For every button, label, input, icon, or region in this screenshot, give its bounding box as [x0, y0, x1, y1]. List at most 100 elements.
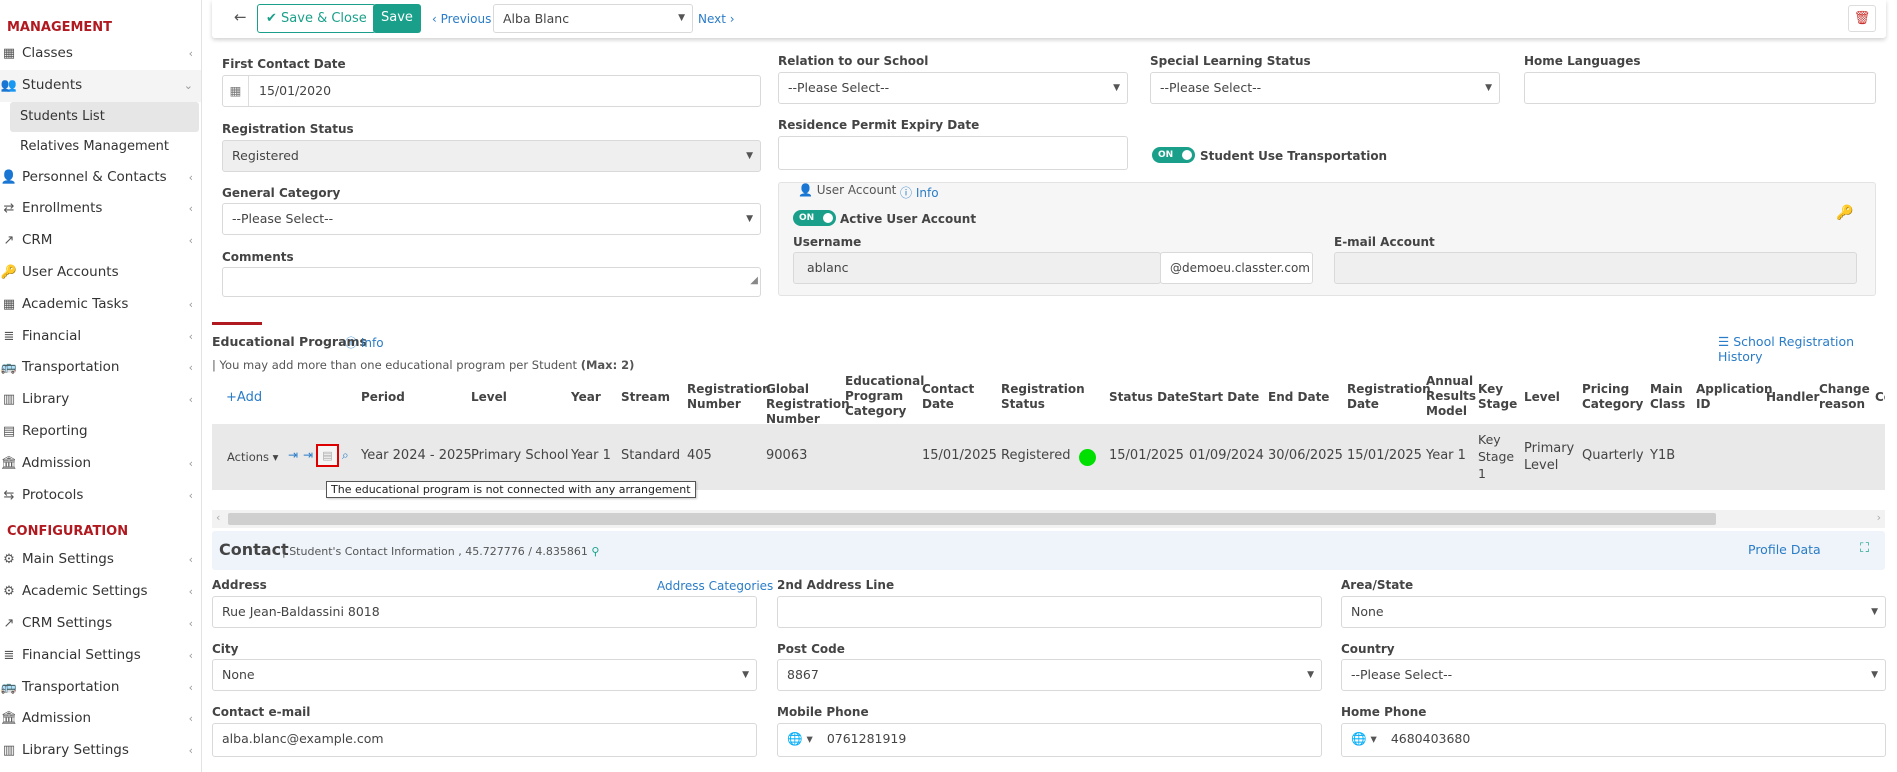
user-account-label: 👤 User Account: [798, 183, 897, 197]
sidebar-item-main-settings[interactable]: ⚙ Main Settings ‹: [0, 544, 201, 576]
th-status-date: Status Date: [1109, 390, 1190, 404]
sidebar-item-enrollments[interactable]: ⇄ Enrollments ‹: [0, 193, 201, 225]
sidebar-item-academic-settings[interactable]: ⚙ Academic Settings ‹: [0, 576, 201, 608]
scrollbar-thumb[interactable]: [228, 513, 1716, 525]
school-registration-history-link[interactable]: ☰ School Registration History: [1718, 334, 1897, 364]
registration-status-select[interactable]: Registered ▼: [222, 140, 761, 172]
scroll-left-icon[interactable]: ‹: [216, 511, 220, 524]
th-key-stage: Key Stage: [1478, 382, 1518, 411]
cell-registration-number: 405: [687, 448, 712, 463]
sidebar-item-admission-settings[interactable]: 🏛 Admission ‹: [0, 703, 201, 735]
actions-dropdown[interactable]: Actions ▾: [227, 450, 278, 464]
map-icon[interactable]: ⛶: [1860, 541, 1869, 556]
sidebar-item-user-accounts[interactable]: 🔑 User Accounts: [0, 257, 201, 289]
horizontal-scrollbar[interactable]: ‹ ›: [212, 510, 1885, 528]
cell-year: Year 1: [571, 448, 611, 463]
chevron-down-icon: ▼: [1871, 607, 1878, 617]
chevron-down-icon: ▼: [678, 13, 685, 23]
list-icon: ☰: [1718, 334, 1734, 349]
sidebar-item-personnel[interactable]: 👤 Personnel & Contacts ‹: [0, 162, 201, 194]
contact-email-input[interactable]: alba.blanc@example.com: [212, 723, 757, 757]
arrangement-icon[interactable]: ▤: [316, 444, 339, 467]
trash-icon[interactable]: 🗑: [1848, 5, 1876, 32]
address-input[interactable]: Rue Jean-Baldassini 8018: [212, 596, 757, 628]
transport-toggle[interactable]: ON: [1152, 147, 1195, 163]
comments-textarea[interactable]: ◢: [222, 267, 761, 297]
scroll-right-icon[interactable]: ›: [1877, 511, 1881, 524]
sidebar-item-library-settings[interactable]: ▥ Library Settings ‹: [0, 735, 201, 767]
cell-stream: Standard: [621, 448, 681, 463]
sidebar-item-admission[interactable]: 🏛 Admission ‹: [0, 448, 201, 480]
protocols-icon: ⇆: [3, 487, 15, 503]
plus-icon: +: [226, 390, 237, 405]
chevron-down-icon: ▼: [1871, 670, 1878, 680]
programs-info-link[interactable]: ⓘ Info: [345, 334, 384, 351]
sidebar-item-students-list[interactable]: Students List: [10, 101, 199, 132]
country-select[interactable]: --Please Select-- ▼: [1341, 659, 1886, 691]
address2-input[interactable]: [777, 596, 1322, 628]
student-select[interactable]: Alba Blanc ▼: [493, 4, 693, 33]
key-icon[interactable]: 🔑: [1836, 205, 1853, 221]
address-categories-link[interactable]: Address Categories: [657, 579, 773, 593]
personnel-icon: 👤: [0, 169, 18, 185]
email-account-input[interactable]: [1334, 252, 1857, 284]
sidebar-item-academic-tasks[interactable]: ▦ Academic Tasks ‹: [0, 289, 201, 321]
add-program-button[interactable]: +Add: [226, 390, 262, 405]
configuration-title: CONFIGURATION: [7, 524, 129, 540]
profile-data-link[interactable]: Profile Data: [1748, 542, 1821, 557]
globe-icon[interactable]: 🌐 ▾: [787, 731, 813, 746]
sidebar-item-financial-settings[interactable]: ≣ Financial Settings ‹: [0, 640, 201, 672]
sidebar-item-transportation[interactable]: 🚌 Transportation ‹: [0, 352, 201, 384]
sidebar-item-relatives-management[interactable]: Relatives Management: [0, 132, 201, 162]
relation-select[interactable]: --Please Select-- ▼: [778, 72, 1128, 104]
main-content: ← ✔ Save & Close Save ‹ Previous Alba Bl…: [210, 0, 1897, 772]
cell-registration-status: Registered: [1001, 448, 1071, 463]
status-indicator: [1079, 449, 1096, 466]
active-account-toggle[interactable]: ON: [793, 210, 836, 226]
post-code-select[interactable]: 8867 ▼: [777, 659, 1322, 691]
save-button[interactable]: Save: [373, 4, 421, 33]
residence-permit-input[interactable]: [778, 136, 1128, 170]
chevron-down-icon: ▼: [1307, 670, 1314, 680]
sidebar-item-classes[interactable]: ▦ Classes ‹: [0, 38, 201, 70]
home-languages-label: Home Languages: [1524, 54, 1641, 68]
special-learning-select[interactable]: --Please Select-- ▼: [1150, 72, 1500, 104]
transfer-icon[interactable]: ⇥: [303, 448, 313, 462]
previous-link[interactable]: ‹ Previous: [432, 12, 491, 26]
financial-icon: ≣: [3, 328, 15, 344]
sidebar-item-reporting[interactable]: ▤ Reporting: [0, 416, 201, 448]
sidebar-item-crm-settings[interactable]: ↗ CRM Settings ‹: [0, 608, 201, 640]
residence-permit-label: Residence Permit Expiry Date: [778, 118, 980, 132]
user-account-info-link[interactable]: ⓘ Info: [900, 184, 939, 201]
search-user-icon[interactable]: ⌕: [342, 448, 349, 463]
resize-handle-icon[interactable]: ◢: [750, 268, 758, 296]
sidebar-item-students[interactable]: 👥 Students ⌄: [0, 69, 201, 102]
sidebar-item-protocols[interactable]: ⇆ Protocols ‹: [0, 480, 201, 512]
cell-pricing-category: Quarterly: [1582, 448, 1644, 463]
first-contact-input[interactable]: ▦ 15/01/2020: [222, 75, 761, 107]
sidebar-item-library[interactable]: ▥ Library ‹: [0, 384, 201, 416]
library-icon: ▥: [2, 392, 16, 408]
save-close-button[interactable]: ✔ Save & Close: [257, 4, 376, 33]
back-arrow-icon[interactable]: ←: [234, 8, 247, 26]
sidebar-item-transportation-settings[interactable]: 🚌 Transportation ‹: [0, 672, 201, 704]
home-languages-input[interactable]: [1524, 72, 1876, 104]
home-phone-label: Home Phone: [1341, 705, 1427, 719]
sidebar-item-crm[interactable]: ↗ CRM ‹: [0, 225, 201, 257]
username-input[interactable]: ablanc: [793, 252, 1161, 284]
general-category-select[interactable]: --Please Select-- ▼: [222, 203, 761, 235]
chevron-right-icon: ›: [725, 12, 735, 26]
contact-email-label: Contact e-mail: [212, 705, 311, 719]
home-phone-input[interactable]: 🌐 ▾ 4680403680: [1341, 723, 1886, 757]
area-select[interactable]: None ▼: [1341, 596, 1886, 628]
th-change-reason: Change reason: [1819, 382, 1870, 411]
next-link[interactable]: Next ›: [698, 12, 735, 26]
login-icon[interactable]: ⇥: [288, 448, 298, 462]
mobile-phone-input[interactable]: 🌐 ▾ 0761281919: [777, 723, 1322, 757]
sidebar-item-financial[interactable]: ≣ Financial ‹: [0, 321, 201, 353]
globe-icon[interactable]: 🌐 ▾: [1351, 731, 1377, 746]
comments-label: Comments: [222, 250, 294, 264]
section-accent-bar: [212, 322, 262, 325]
city-select[interactable]: None ▼: [212, 659, 757, 691]
cell-global-registration: 90063: [766, 448, 808, 463]
